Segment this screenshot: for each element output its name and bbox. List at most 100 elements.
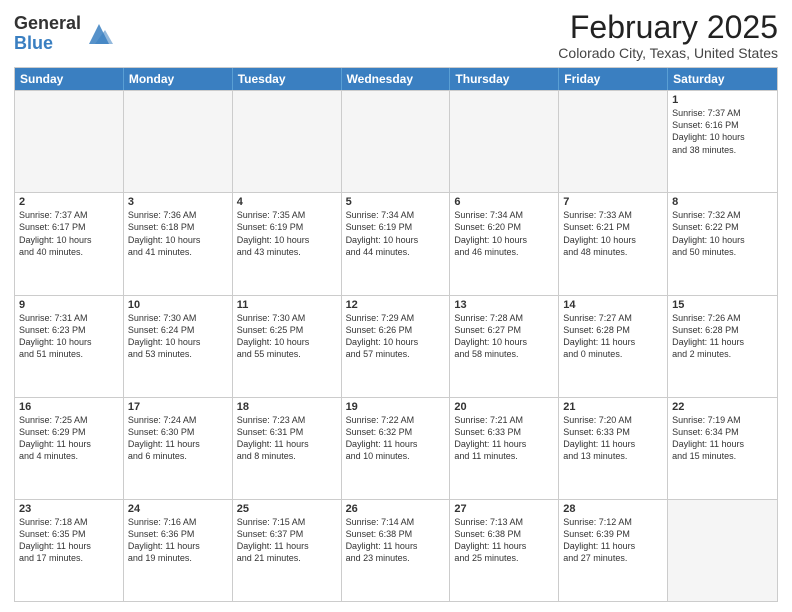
day-number: 1 [672, 94, 773, 106]
calendar-cell: 13Sunrise: 7:28 AM Sunset: 6:27 PM Dayli… [450, 296, 559, 397]
location-title: Colorado City, Texas, United States [558, 45, 778, 61]
calendar: SundayMondayTuesdayWednesdayThursdayFrid… [14, 67, 778, 602]
calendar-cell: 8Sunrise: 7:32 AM Sunset: 6:22 PM Daylig… [668, 193, 777, 294]
calendar-body: 1Sunrise: 7:37 AM Sunset: 6:16 PM Daylig… [15, 90, 777, 601]
day-number: 2 [19, 196, 119, 208]
calendar-row: 9Sunrise: 7:31 AM Sunset: 6:23 PM Daylig… [15, 295, 777, 397]
day-number: 15 [672, 299, 773, 311]
calendar-cell [450, 91, 559, 192]
calendar-cell [15, 91, 124, 192]
logo-area: General Blue [14, 10, 113, 54]
weekday-header: Saturday [668, 68, 777, 90]
day-info: Sunrise: 7:27 AM Sunset: 6:28 PM Dayligh… [563, 312, 663, 361]
day-number: 8 [672, 196, 773, 208]
day-info: Sunrise: 7:20 AM Sunset: 6:33 PM Dayligh… [563, 414, 663, 463]
calendar-cell: 26Sunrise: 7:14 AM Sunset: 6:38 PM Dayli… [342, 500, 451, 601]
calendar-cell: 19Sunrise: 7:22 AM Sunset: 6:32 PM Dayli… [342, 398, 451, 499]
day-info: Sunrise: 7:25 AM Sunset: 6:29 PM Dayligh… [19, 414, 119, 463]
day-number: 11 [237, 299, 337, 311]
day-number: 12 [346, 299, 446, 311]
day-number: 22 [672, 401, 773, 413]
calendar-cell: 15Sunrise: 7:26 AM Sunset: 6:28 PM Dayli… [668, 296, 777, 397]
calendar-cell: 3Sunrise: 7:36 AM Sunset: 6:18 PM Daylig… [124, 193, 233, 294]
day-info: Sunrise: 7:31 AM Sunset: 6:23 PM Dayligh… [19, 312, 119, 361]
day-info: Sunrise: 7:23 AM Sunset: 6:31 PM Dayligh… [237, 414, 337, 463]
day-number: 28 [563, 503, 663, 515]
day-number: 3 [128, 196, 228, 208]
day-number: 26 [346, 503, 446, 515]
day-number: 16 [19, 401, 119, 413]
calendar-cell: 22Sunrise: 7:19 AM Sunset: 6:34 PM Dayli… [668, 398, 777, 499]
day-info: Sunrise: 7:28 AM Sunset: 6:27 PM Dayligh… [454, 312, 554, 361]
weekday-header: Thursday [450, 68, 559, 90]
day-number: 24 [128, 503, 228, 515]
calendar-cell: 25Sunrise: 7:15 AM Sunset: 6:37 PM Dayli… [233, 500, 342, 601]
title-area: February 2025 Colorado City, Texas, Unit… [558, 10, 778, 61]
page: General Blue February 2025 Colorado City… [0, 0, 792, 612]
calendar-cell: 27Sunrise: 7:13 AM Sunset: 6:38 PM Dayli… [450, 500, 559, 601]
day-number: 17 [128, 401, 228, 413]
weekday-header: Friday [559, 68, 668, 90]
weekday-header: Tuesday [233, 68, 342, 90]
weekday-header: Sunday [15, 68, 124, 90]
calendar-cell: 12Sunrise: 7:29 AM Sunset: 6:26 PM Dayli… [342, 296, 451, 397]
day-info: Sunrise: 7:18 AM Sunset: 6:35 PM Dayligh… [19, 516, 119, 565]
day-number: 20 [454, 401, 554, 413]
calendar-cell: 17Sunrise: 7:24 AM Sunset: 6:30 PM Dayli… [124, 398, 233, 499]
calendar-cell [233, 91, 342, 192]
day-info: Sunrise: 7:34 AM Sunset: 6:20 PM Dayligh… [454, 209, 554, 258]
day-number: 27 [454, 503, 554, 515]
calendar-row: 23Sunrise: 7:18 AM Sunset: 6:35 PM Dayli… [15, 499, 777, 601]
calendar-cell: 5Sunrise: 7:34 AM Sunset: 6:19 PM Daylig… [342, 193, 451, 294]
day-info: Sunrise: 7:32 AM Sunset: 6:22 PM Dayligh… [672, 209, 773, 258]
day-number: 25 [237, 503, 337, 515]
day-info: Sunrise: 7:21 AM Sunset: 6:33 PM Dayligh… [454, 414, 554, 463]
day-number: 19 [346, 401, 446, 413]
calendar-cell: 6Sunrise: 7:34 AM Sunset: 6:20 PM Daylig… [450, 193, 559, 294]
day-info: Sunrise: 7:30 AM Sunset: 6:24 PM Dayligh… [128, 312, 228, 361]
weekday-header: Wednesday [342, 68, 451, 90]
logo-blue: Blue [14, 34, 81, 54]
day-info: Sunrise: 7:16 AM Sunset: 6:36 PM Dayligh… [128, 516, 228, 565]
day-number: 4 [237, 196, 337, 208]
calendar-cell: 20Sunrise: 7:21 AM Sunset: 6:33 PM Dayli… [450, 398, 559, 499]
day-number: 23 [19, 503, 119, 515]
calendar-cell: 23Sunrise: 7:18 AM Sunset: 6:35 PM Dayli… [15, 500, 124, 601]
calendar-row: 16Sunrise: 7:25 AM Sunset: 6:29 PM Dayli… [15, 397, 777, 499]
calendar-cell [342, 91, 451, 192]
day-number: 21 [563, 401, 663, 413]
calendar-cell: 24Sunrise: 7:16 AM Sunset: 6:36 PM Dayli… [124, 500, 233, 601]
day-info: Sunrise: 7:37 AM Sunset: 6:17 PM Dayligh… [19, 209, 119, 258]
calendar-cell: 1Sunrise: 7:37 AM Sunset: 6:16 PM Daylig… [668, 91, 777, 192]
day-info: Sunrise: 7:12 AM Sunset: 6:39 PM Dayligh… [563, 516, 663, 565]
day-number: 6 [454, 196, 554, 208]
calendar-cell [668, 500, 777, 601]
logo-general: General [14, 14, 81, 34]
day-info: Sunrise: 7:15 AM Sunset: 6:37 PM Dayligh… [237, 516, 337, 565]
day-number: 5 [346, 196, 446, 208]
calendar-cell: 21Sunrise: 7:20 AM Sunset: 6:33 PM Dayli… [559, 398, 668, 499]
month-title: February 2025 [558, 10, 778, 45]
day-number: 13 [454, 299, 554, 311]
day-info: Sunrise: 7:19 AM Sunset: 6:34 PM Dayligh… [672, 414, 773, 463]
weekday-header: Monday [124, 68, 233, 90]
calendar-cell [124, 91, 233, 192]
calendar-cell: 2Sunrise: 7:37 AM Sunset: 6:17 PM Daylig… [15, 193, 124, 294]
calendar-cell: 7Sunrise: 7:33 AM Sunset: 6:21 PM Daylig… [559, 193, 668, 294]
day-info: Sunrise: 7:14 AM Sunset: 6:38 PM Dayligh… [346, 516, 446, 565]
logo-icon [85, 20, 113, 48]
calendar-cell: 9Sunrise: 7:31 AM Sunset: 6:23 PM Daylig… [15, 296, 124, 397]
day-info: Sunrise: 7:33 AM Sunset: 6:21 PM Dayligh… [563, 209, 663, 258]
calendar-cell: 28Sunrise: 7:12 AM Sunset: 6:39 PM Dayli… [559, 500, 668, 601]
calendar-cell: 14Sunrise: 7:27 AM Sunset: 6:28 PM Dayli… [559, 296, 668, 397]
day-number: 18 [237, 401, 337, 413]
calendar-row: 2Sunrise: 7:37 AM Sunset: 6:17 PM Daylig… [15, 192, 777, 294]
day-number: 10 [128, 299, 228, 311]
logo-text: General Blue [14, 14, 81, 54]
day-number: 7 [563, 196, 663, 208]
calendar-header: SundayMondayTuesdayWednesdayThursdayFrid… [15, 68, 777, 90]
day-number: 14 [563, 299, 663, 311]
calendar-cell: 4Sunrise: 7:35 AM Sunset: 6:19 PM Daylig… [233, 193, 342, 294]
header: General Blue February 2025 Colorado City… [14, 10, 778, 61]
day-info: Sunrise: 7:35 AM Sunset: 6:19 PM Dayligh… [237, 209, 337, 258]
